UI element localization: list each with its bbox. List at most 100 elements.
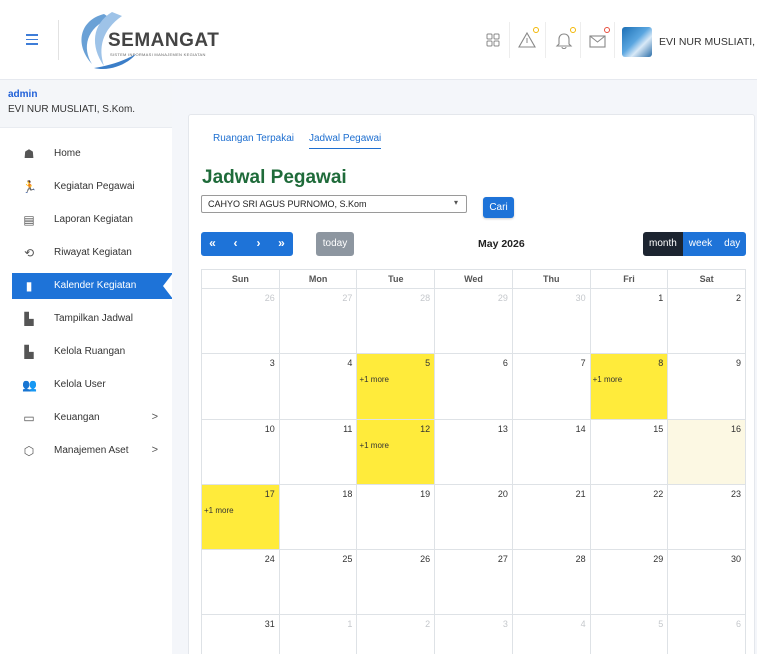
- calendar-day[interactable]: 3: [202, 354, 280, 419]
- day-number[interactable]: 9: [736, 358, 741, 368]
- sidebar-item-kelola-ruangan[interactable]: ▙ Kelola Ruangan: [12, 339, 172, 365]
- day-number[interactable]: 5: [658, 619, 663, 629]
- grid-icon[interactable]: [482, 29, 504, 51]
- calendar-day[interactable]: 27: [435, 550, 513, 615]
- calendar-day[interactable]: 4: [513, 615, 591, 654]
- day-number[interactable]: 19: [420, 489, 430, 499]
- day-number[interactable]: 15: [653, 424, 663, 434]
- calendar-day[interactable]: 9: [668, 354, 747, 419]
- day-number[interactable]: 1: [658, 293, 663, 303]
- day-number[interactable]: 27: [498, 554, 508, 564]
- calendar-day[interactable]: 22: [591, 484, 669, 550]
- calendar-day[interactable]: 20: [435, 484, 513, 550]
- calendar-day[interactable]: 2: [357, 615, 436, 654]
- sidebar-item-kelola-user[interactable]: 👥 Kelola User: [12, 372, 172, 398]
- calendar-day[interactable]: 28: [513, 550, 591, 615]
- day-number[interactable]: 30: [731, 554, 741, 564]
- calendar-day[interactable]: 5: [591, 615, 669, 654]
- day-number[interactable]: 3: [503, 619, 508, 629]
- more-events-link[interactable]: +1 more: [359, 441, 389, 450]
- calendar-day[interactable]: 18: [280, 484, 358, 550]
- view-month-button[interactable]: month: [643, 232, 683, 256]
- calendar-day[interactable]: 12 +1 more: [357, 419, 436, 484]
- calendar-day[interactable]: 3: [435, 615, 513, 654]
- tab-ruangan-terpakai[interactable]: Ruangan Terpakai: [213, 133, 294, 144]
- sidebar-item-keuangan[interactable]: ▭ Keuangan >: [12, 405, 172, 431]
- view-week-button[interactable]: week: [682, 232, 719, 256]
- calendar-day[interactable]: 29: [591, 550, 669, 615]
- calendar-day[interactable]: 10: [202, 419, 280, 484]
- next-month-button[interactable]: ›: [247, 232, 270, 256]
- day-number[interactable]: 14: [576, 424, 586, 434]
- day-number[interactable]: 28: [420, 293, 430, 303]
- day-number[interactable]: 27: [342, 293, 352, 303]
- sidebar-item-manajemen-aset[interactable]: ⬡ Manajemen Aset >: [12, 438, 172, 464]
- mail-icon[interactable]: [587, 27, 610, 51]
- day-number[interactable]: 16: [731, 424, 741, 434]
- day-number[interactable]: 8: [658, 358, 663, 368]
- calendar-day[interactable]: 13: [435, 419, 513, 484]
- bell-icon[interactable]: [553, 27, 576, 51]
- day-number[interactable]: 18: [342, 489, 352, 499]
- calendar-day-today[interactable]: 16: [668, 419, 747, 484]
- calendar-day[interactable]: 27: [280, 289, 358, 354]
- search-button[interactable]: Cari: [483, 197, 514, 218]
- hamburger-menu-icon[interactable]: [26, 34, 38, 45]
- calendar-day[interactable]: 31: [202, 615, 280, 654]
- sidebar-item-kalender-kegiatan[interactable]: ▮ Kalender Kegiatan: [12, 273, 173, 299]
- day-number[interactable]: 4: [581, 619, 586, 629]
- calendar-day[interactable]: 14: [513, 419, 591, 484]
- day-number[interactable]: 29: [498, 293, 508, 303]
- day-number[interactable]: 30: [576, 293, 586, 303]
- day-number[interactable]: 26: [420, 554, 430, 564]
- calendar-day[interactable]: 6: [668, 615, 747, 654]
- day-number[interactable]: 3: [270, 358, 275, 368]
- calendar-day[interactable]: 30: [513, 289, 591, 354]
- calendar-day[interactable]: 17 +1 more: [202, 484, 280, 550]
- calendar-day[interactable]: 1: [591, 289, 669, 354]
- calendar-day[interactable]: 5 +1 more: [357, 354, 436, 419]
- calendar-day[interactable]: 28: [357, 289, 436, 354]
- calendar-day[interactable]: 7: [513, 354, 591, 419]
- day-number[interactable]: 25: [342, 554, 352, 564]
- day-number[interactable]: 26: [265, 293, 275, 303]
- day-number[interactable]: 12: [420, 424, 430, 434]
- day-number[interactable]: 31: [265, 619, 275, 629]
- next-year-button[interactable]: »: [270, 232, 293, 256]
- sidebar-item-home[interactable]: ☗ Home: [12, 141, 172, 167]
- avatar[interactable]: [622, 27, 652, 57]
- more-events-link[interactable]: +1 more: [204, 506, 234, 515]
- day-number[interactable]: 23: [731, 489, 741, 499]
- day-number[interactable]: 29: [653, 554, 663, 564]
- more-events-link[interactable]: +1 more: [359, 375, 389, 384]
- calendar-day[interactable]: 2: [668, 289, 747, 354]
- sidebar-item-kegiatan-pegawai[interactable]: 🏃 Kegiatan Pegawai: [12, 174, 172, 200]
- sidebar-item-laporan-kegiatan[interactable]: ▤ Laporan Kegiatan: [12, 207, 172, 233]
- calendar-day[interactable]: 29: [435, 289, 513, 354]
- day-number[interactable]: 20: [498, 489, 508, 499]
- day-number[interactable]: 21: [576, 489, 586, 499]
- day-number[interactable]: 28: [576, 554, 586, 564]
- today-button[interactable]: today: [316, 232, 354, 256]
- sidebar-item-tampilkan-jadwal[interactable]: ▙ Tampilkan Jadwal: [12, 306, 172, 332]
- day-number[interactable]: 4: [347, 358, 352, 368]
- header-username[interactable]: EVI NUR MUSLIATI, S.Kor: [659, 36, 757, 48]
- day-number[interactable]: 24: [265, 554, 275, 564]
- day-number[interactable]: 17: [265, 489, 275, 499]
- calendar-day[interactable]: 4: [280, 354, 358, 419]
- calendar-day[interactable]: 30: [668, 550, 747, 615]
- sidebar-item-riwayat-kegiatan[interactable]: ⟲ Riwayat Kegiatan: [12, 240, 172, 266]
- day-number[interactable]: 5: [425, 358, 430, 368]
- calendar-day[interactable]: 19: [357, 484, 436, 550]
- day-number[interactable]: 11: [343, 424, 352, 434]
- day-number[interactable]: 1: [347, 619, 352, 629]
- more-events-link[interactable]: +1 more: [593, 375, 623, 384]
- prev-month-button[interactable]: ‹: [224, 232, 247, 256]
- prev-year-button[interactable]: «: [201, 232, 224, 256]
- day-number[interactable]: 10: [265, 424, 275, 434]
- view-day-button[interactable]: day: [718, 232, 747, 256]
- calendar-day[interactable]: 6: [435, 354, 513, 419]
- calendar-day[interactable]: 24: [202, 550, 280, 615]
- day-number[interactable]: 2: [425, 619, 430, 629]
- employee-select[interactable]: CAHYO SRI AGUS PURNOMO, S.Kom ▾: [201, 195, 467, 213]
